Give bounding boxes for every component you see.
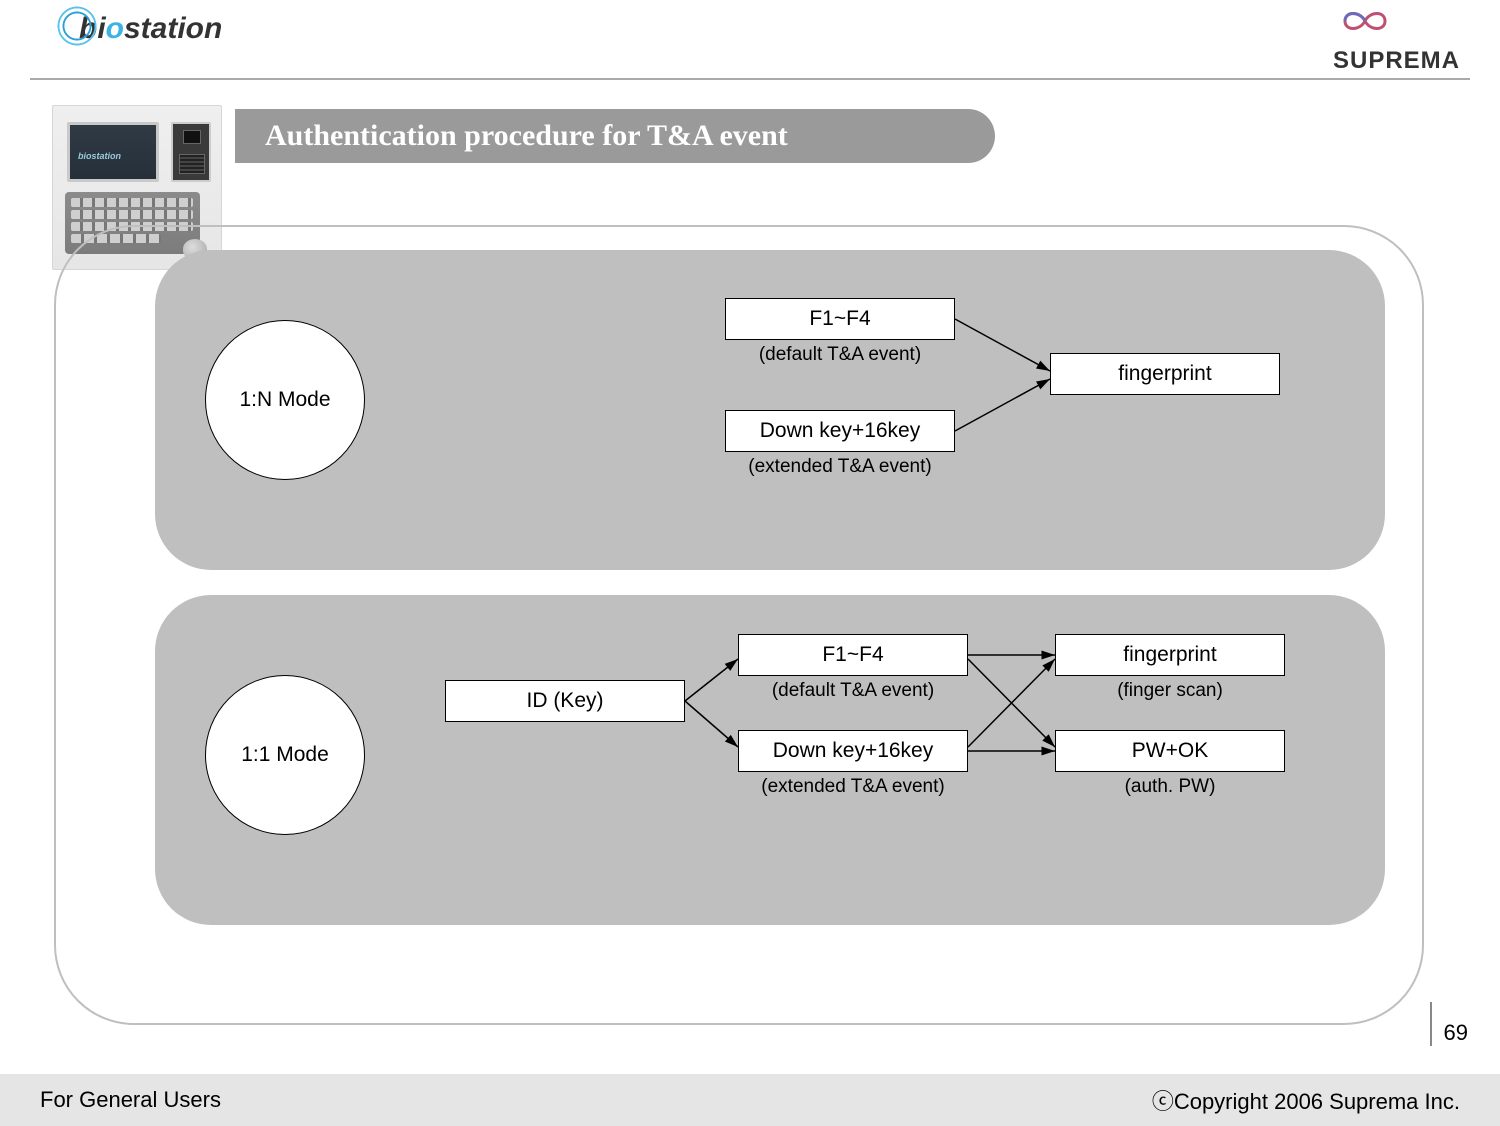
footer-right: ⓒCopyright 2006 Suprema Inc. xyxy=(1152,1084,1460,1116)
node-fingerprint-top: fingerprint xyxy=(1050,353,1280,395)
biostation-logo: biostation xyxy=(55,8,222,52)
node-id-key: ID (Key) xyxy=(445,680,685,722)
caption-f1f4-top: (default T&A event) xyxy=(725,344,955,366)
node-11-mode: 1:1 Mode xyxy=(205,675,365,835)
caption-f1f4-bot: (default T&A event) xyxy=(738,680,968,702)
content-area: biostation Authentication procedure for … xyxy=(40,105,1450,1045)
suprema-text: SUPREMA xyxy=(1333,47,1460,75)
device-screen: biostation xyxy=(67,122,159,182)
biostation-swirl-icon xyxy=(55,4,99,48)
page-header: biostation SUPREMA xyxy=(30,10,1470,80)
node-fingerprint-bot: fingerprint xyxy=(1055,634,1285,676)
caption-pw-ok: (auth. PW) xyxy=(1055,776,1285,798)
infinity-icon xyxy=(1335,6,1395,36)
node-down16-top: Down key+16key xyxy=(725,410,955,452)
node-1n-mode: 1:N Mode xyxy=(205,320,365,480)
page-title: Authentication procedure for T&A event xyxy=(235,109,995,163)
caption-fingerprint-bot: (finger scan) xyxy=(1055,680,1285,702)
device-sensor-module xyxy=(171,122,211,182)
node-f1f4-top: F1~F4 xyxy=(725,298,955,340)
node-down16-bot: Down key+16key xyxy=(738,730,968,772)
node-pw-ok: PW+OK xyxy=(1055,730,1285,772)
footer-left: For General Users xyxy=(40,1087,221,1113)
fingerprint-sensor-icon xyxy=(179,154,205,174)
caption-down16-top: (extended T&A event) xyxy=(715,456,965,478)
node-f1f4-bot: F1~F4 xyxy=(738,634,968,676)
page-footer: For General Users ⓒCopyright 2006 Suprem… xyxy=(0,1074,1500,1126)
page-number: 69 xyxy=(1430,1002,1472,1046)
suprema-logo: SUPREMA xyxy=(1333,10,1460,75)
caption-down16-bot: (extended T&A event) xyxy=(728,776,978,798)
device-brand-text: biostation xyxy=(78,151,121,161)
camera-icon xyxy=(183,130,201,144)
